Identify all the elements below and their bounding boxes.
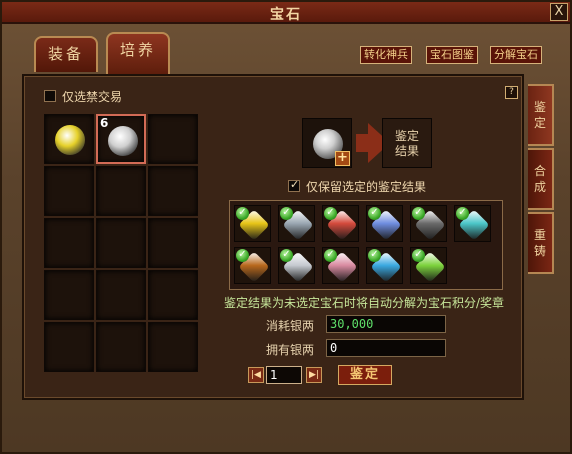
keep-selected-label: 仅保留选定的鉴定结果: [306, 180, 427, 194]
inventory-slot[interactable]: [148, 270, 198, 320]
inventory-slot[interactable]: [44, 218, 94, 268]
inventory-slot[interactable]: [96, 166, 146, 216]
selected-check-icon: ✓: [412, 207, 425, 220]
inventory-slot[interactable]: [44, 270, 94, 320]
appraise-result-box: 鉴定 结果: [382, 118, 432, 168]
check-icon: ✓: [290, 178, 300, 191]
inventory-slot[interactable]: [148, 114, 198, 164]
result-slot[interactable]: ✓: [322, 205, 359, 242]
result-slot[interactable]: ✓: [366, 205, 403, 242]
selected-check-icon: ✓: [236, 207, 249, 220]
result-slot[interactable]: ✓: [410, 205, 447, 242]
appraise-button[interactable]: 鉴定: [338, 365, 392, 385]
selected-check-icon: ✓: [368, 249, 381, 262]
selected-check-icon: ✓: [368, 207, 381, 220]
result-slot[interactable]: ✓: [410, 247, 447, 284]
result-slot[interactable]: ✓: [278, 205, 315, 242]
appraise-note: 鉴定结果为未选定宝石时将自动分解为宝石积分/奖章: [224, 296, 505, 310]
help-button[interactable]: ?: [505, 86, 518, 99]
selected-check-icon: ✓: [324, 207, 337, 220]
convert-weapon-button[interactable]: 转化神兵: [360, 46, 412, 64]
appraise-input-slot[interactable]: +: [302, 118, 352, 168]
result-slot[interactable]: ✓: [366, 247, 403, 284]
selected-check-icon: ✓: [456, 207, 469, 220]
selected-check-icon: ✓: [412, 249, 425, 262]
selected-check-icon: ✓: [280, 207, 293, 220]
side-tab-compose[interactable]: 合成: [528, 148, 554, 210]
selected-check-icon: ✓: [236, 249, 249, 262]
decompose-gem-button[interactable]: 分解宝石: [490, 46, 542, 64]
close-button[interactable]: X: [550, 3, 568, 21]
inventory-slot[interactable]: [96, 322, 146, 372]
window-title: 宝石: [270, 7, 302, 23]
page-input[interactable]: 1: [266, 366, 302, 384]
tab-equipment[interactable]: 装备: [34, 36, 98, 72]
own-silver-label: 拥有银两: [266, 343, 315, 357]
result-slot[interactable]: ✓: [278, 247, 315, 284]
selected-check-icon: ✓: [324, 249, 337, 262]
first-page-icon[interactable]: |◀: [248, 367, 264, 383]
keep-selected-checkbox[interactable]: ✓: [288, 178, 300, 192]
inventory-slot[interactable]: [44, 114, 94, 164]
gem-catalog-button[interactable]: 宝石图鉴: [426, 46, 478, 64]
last-page-icon[interactable]: ▶|: [306, 367, 322, 383]
title-bar: 宝石 X: [2, 2, 570, 24]
white-gem-icon: [108, 126, 138, 156]
inventory-slot[interactable]: [96, 270, 146, 320]
appraise-results-grid: ✓ ✓ ✓ ✓ ✓ ✓ ✓ ✓ ✓ ✓ ✓: [229, 200, 503, 290]
side-tab-recast[interactable]: 重铸: [528, 212, 554, 274]
inventory-slot[interactable]: 6: [96, 114, 146, 164]
result-slot[interactable]: ✓: [322, 247, 359, 284]
inventory-slot[interactable]: [44, 166, 94, 216]
inventory-slot[interactable]: [148, 166, 198, 216]
consume-silver-field: 30,000: [326, 315, 446, 333]
inventory-grid: 6: [44, 114, 200, 372]
consume-silver-label: 消耗银两: [266, 319, 315, 333]
inventory-slot[interactable]: [96, 218, 146, 268]
tradeable-only-label: 仅选禁交易: [62, 90, 123, 104]
inventory-slot[interactable]: [44, 322, 94, 372]
own-silver-field: 0: [326, 339, 446, 357]
result-slot[interactable]: ✓: [234, 205, 271, 242]
result-slot[interactable]: ✓: [454, 205, 491, 242]
result-slot[interactable]: ✓: [234, 247, 271, 284]
selected-check-icon: ✓: [280, 249, 293, 262]
stack-count: 6: [100, 116, 109, 130]
inventory-slot[interactable]: [148, 218, 198, 268]
side-tab-appraise[interactable]: 鉴定: [528, 84, 554, 146]
tradeable-only-checkbox[interactable]: [44, 90, 56, 102]
appraise-panel: 仅选禁交易 ? 6 + 鉴定 结果 ✓ 仅保留选定的鉴定结果 ✓ ✓ ✓ ✓ ✓ ✓ ✓ ✓ ✓…: [22, 74, 524, 400]
gem-window: 宝石 X 装备 培养 转化神兵 宝石图鉴 分解宝石 仅选禁交易 ? 6 + 鉴定…: [0, 0, 572, 454]
tab-cultivate[interactable]: 培养: [106, 32, 170, 74]
inventory-slot[interactable]: [148, 322, 198, 372]
add-icon[interactable]: +: [335, 151, 350, 166]
yellow-gem-icon: [55, 125, 85, 155]
